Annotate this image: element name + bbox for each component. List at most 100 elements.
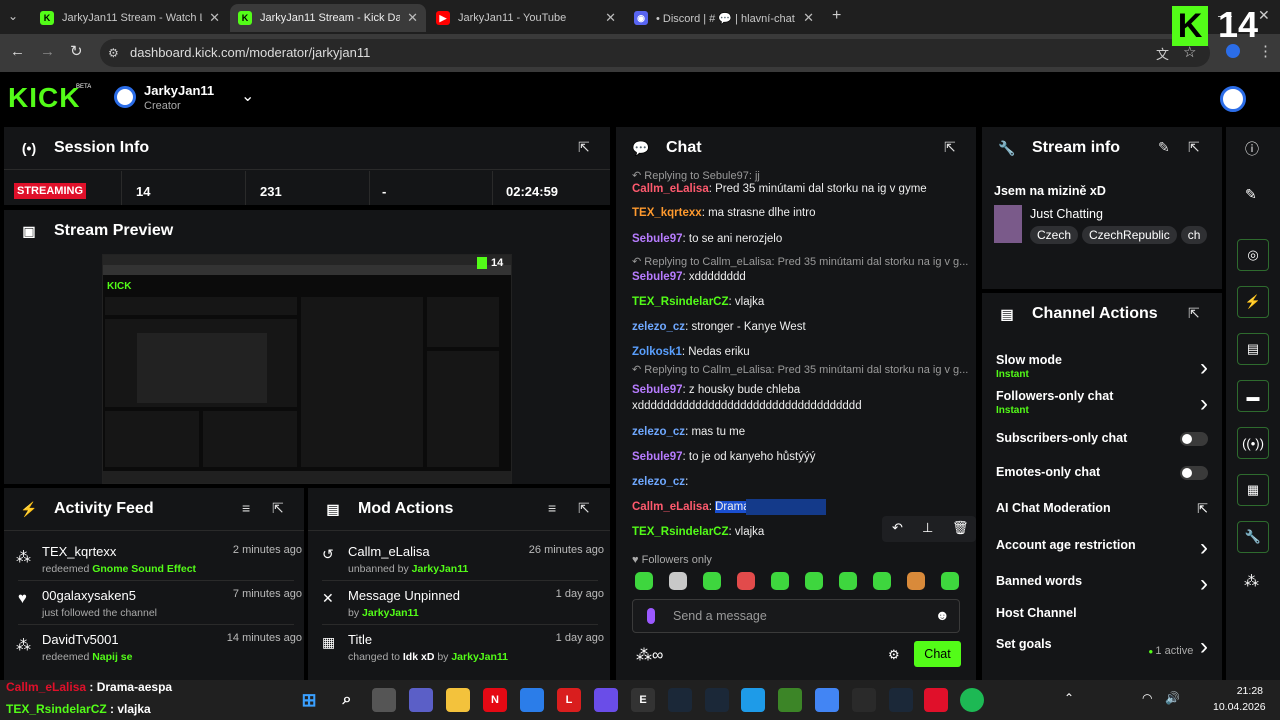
gear-icon[interactable]: ⚙ <box>888 647 900 663</box>
file-explorer-icon[interactable] <box>446 688 470 712</box>
chat-username[interactable]: Sebule97 <box>632 384 683 396</box>
chat-message[interactable]: TEX_kqrtexx: ma strasne dlhe intro <box>632 207 815 219</box>
close-icon[interactable]: ✕ <box>209 10 220 26</box>
chat-username[interactable]: zelezo_cz <box>632 426 685 438</box>
chat-message[interactable]: xddddddddddddddddddddddddddddddddddd <box>632 400 862 412</box>
emoji-icon[interactable]: ☻ <box>935 607 950 623</box>
site-info-icon[interactable]: ⚙ <box>108 46 119 60</box>
external-link-icon[interactable]: ⇱ <box>1197 501 1208 517</box>
reply-context[interactable]: ↶ Replying to Callm_eLalisa: Pred 35 min… <box>632 363 968 376</box>
emote-icon[interactable] <box>737 572 755 590</box>
chat-username[interactable]: Sebule97 <box>632 233 683 245</box>
chat-message[interactable]: TEX_RsindelarCZ: vlajka <box>632 296 764 308</box>
wrench-icon[interactable]: 🔧 <box>1237 521 1269 553</box>
user-avatar[interactable] <box>1220 86 1246 112</box>
steam-icon[interactable] <box>889 688 913 712</box>
tab-list-icon[interactable]: ⌄ <box>8 9 18 23</box>
filter-icon[interactable]: ≡ <box>548 500 556 516</box>
chat-username[interactable]: TEX_kqrtexx <box>632 207 702 219</box>
popout-icon[interactable]: ⇱ <box>578 139 590 156</box>
windows-start-icon[interactable]: ⊞ <box>297 688 321 712</box>
volume-icon[interactable]: 🔊 <box>1165 691 1180 705</box>
lightning-icon[interactable]: ⚡ <box>1237 286 1269 318</box>
dots-icon[interactable]: ⁂ <box>1244 572 1259 590</box>
profile-icon[interactable] <box>1226 44 1240 58</box>
teams-icon[interactable] <box>409 688 433 712</box>
chat-username[interactable]: Callm_eLalisa <box>632 501 709 513</box>
wifi-icon[interactable]: ◠ <box>1142 691 1152 705</box>
layout-icon[interactable]: ▦ <box>1237 474 1269 506</box>
channel-action-item[interactable]: Host Channel <box>996 606 1208 620</box>
emote-icon[interactable] <box>839 572 857 590</box>
document-icon[interactable]: ▤ <box>1237 333 1269 365</box>
chevron-right-icon[interactable]: › <box>1200 390 1208 418</box>
reply-context[interactable]: ↶ Replying to Callm_eLalisa: Pred 35 min… <box>632 255 968 268</box>
edit-icon[interactable]: ✎ <box>1158 139 1170 156</box>
channel-action-item[interactable]: Followers-only chat Instant <box>996 389 1208 416</box>
tag[interactable]: CzechRepublic <box>1082 226 1177 244</box>
chat-username[interactable]: Sebule97 <box>632 271 683 283</box>
chevron-right-icon[interactable]: › <box>1200 534 1208 562</box>
chevron-right-icon[interactable]: › <box>1200 354 1208 382</box>
address-bar[interactable]: dashboard.kick.com/moderator/jarkyjan11 <box>100 39 1210 67</box>
chat-message[interactable]: Sebule97: z housky bude chleba <box>632 384 800 396</box>
toggle-switch[interactable] <box>1180 432 1208 446</box>
chat-username[interactable]: Sebule97 <box>632 451 683 463</box>
app-icon[interactable] <box>594 688 618 712</box>
close-icon[interactable]: ✕ <box>803 10 814 26</box>
toggle-switch[interactable] <box>1180 466 1208 480</box>
popout-icon[interactable]: ⇱ <box>578 500 590 517</box>
close-icon[interactable]: ✕ <box>407 10 418 26</box>
reload-icon[interactable]: ↻ <box>70 42 83 60</box>
chat-message[interactable]: Zolkosk1: Nedas eriku <box>632 346 750 358</box>
steam-icon[interactable] <box>705 688 729 712</box>
forward-icon[interactable]: → <box>40 43 55 60</box>
reply-context[interactable]: ↶ Replying to Sebule97: jj <box>632 169 760 182</box>
clock-date[interactable]: 10.04.2026 <box>1213 701 1266 713</box>
search-icon[interactable]: ⌕ <box>335 688 359 712</box>
chat-username[interactable]: zelezo_cz <box>632 321 685 333</box>
dots-icon[interactable]: ⁂∞ <box>636 645 663 665</box>
store-icon[interactable] <box>520 688 544 712</box>
chat-input[interactable]: Send a message ☻ <box>632 599 960 633</box>
chat-message[interactable]: TEX_RsindelarCZ: vlajka <box>632 526 764 538</box>
chat-message[interactable]: zelezo_cz: <box>632 476 688 488</box>
edit-icon[interactable]: ✎ <box>1245 186 1257 203</box>
emote-icon[interactable] <box>669 572 687 590</box>
tab-kick-watch[interactable]: K JarkyJan11 Stream - Watch Live ✕ <box>32 4 228 32</box>
obs-icon[interactable] <box>924 688 948 712</box>
steam-icon[interactable] <box>668 688 692 712</box>
chat-message[interactable]: Callm_eLalisa: Pred 35 minútami dal stor… <box>632 183 927 195</box>
pin-icon[interactable]: ⊥ <box>922 520 933 536</box>
tag[interactable]: Czech <box>1030 226 1079 244</box>
spotify-icon[interactable] <box>960 688 984 712</box>
chat-message[interactable]: zelezo_cz: mas tu me <box>632 426 745 438</box>
tab-kick-dashboard[interactable]: K JarkyJan11 Stream - Kick Dashb ✕ <box>230 4 426 32</box>
chat-message[interactable]: zelezo_cz: stronger - Kanye West <box>632 321 806 333</box>
emote-icon[interactable] <box>941 572 959 590</box>
camera-icon[interactable]: ◎ <box>1237 239 1269 271</box>
netflix-icon[interactable]: N <box>483 688 507 712</box>
send-chat-button[interactable]: Chat <box>914 641 961 667</box>
tab-youtube[interactable]: ▶ JarkyJan11 - YouTube ✕ <box>428 4 624 32</box>
filter-icon[interactable]: ≡ <box>242 500 250 516</box>
broadcast-icon[interactable]: ((•)) <box>1237 427 1269 459</box>
emote-icon[interactable] <box>771 572 789 590</box>
chrome-icon[interactable] <box>815 688 839 712</box>
clock-time[interactable]: 21:28 <box>1213 685 1263 697</box>
chevron-up-icon[interactable]: ⌃ <box>1064 691 1074 705</box>
popout-icon[interactable]: ⇱ <box>1188 305 1200 322</box>
goal-control[interactable]: ● 1 active › <box>1148 633 1208 661</box>
chat-username[interactable]: zelezo_cz <box>632 476 685 488</box>
app-l-icon[interactable]: L <box>557 688 581 712</box>
reply-icon[interactable]: ↶ <box>892 520 903 536</box>
category-name[interactable]: Just Chatting <box>1030 207 1103 221</box>
stream-video[interactable]: KICK 14 <box>102 254 512 484</box>
chat-message[interactable]: Sebule97: xdddddddd <box>632 271 746 283</box>
chat-message[interactable]: Sebule97: to je od kanyeho hůstýýý <box>632 451 815 463</box>
edge-icon[interactable] <box>741 688 765 712</box>
emote-icon[interactable] <box>907 572 925 590</box>
trash-icon[interactable]: 🗑 <box>952 520 969 536</box>
chat-username[interactable]: Callm_eLalisa <box>632 183 709 195</box>
close-window-icon[interactable]: ✕ <box>1258 7 1270 24</box>
